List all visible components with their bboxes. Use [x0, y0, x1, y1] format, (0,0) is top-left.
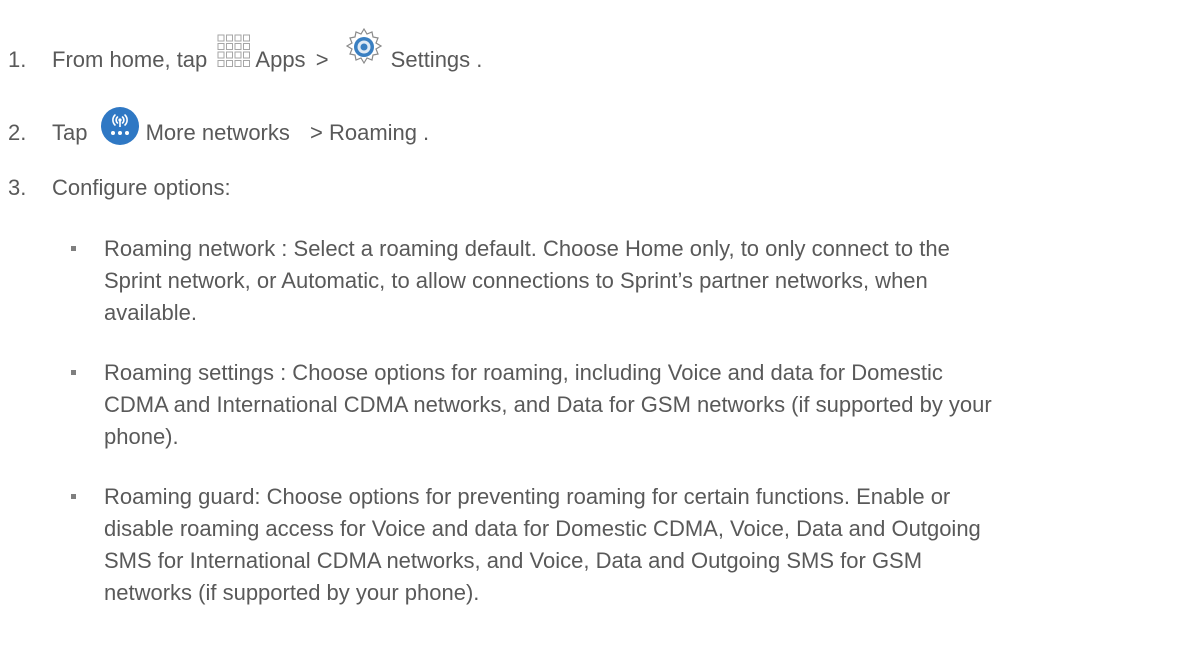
more-networks-icon: [100, 106, 140, 146]
option-line: Roaming settings : Choose options for ro…: [104, 360, 943, 385]
step-number: 1.: [8, 46, 27, 72]
option-roaming-settings: Roaming settings : Choose options for ro…: [71, 357, 1114, 453]
apps-grid-icon: [217, 34, 251, 68]
step-number: 3.: [8, 175, 27, 200]
settings-gear-icon: [343, 26, 385, 68]
option-line: disable roaming access for Voice and dat…: [104, 516, 981, 541]
bullet-icon: [71, 370, 76, 375]
option-line: Roaming guard: Choose options for preven…: [104, 484, 951, 509]
step-1: 1. From home, tap Apps > Settings .: [0, 27, 483, 82]
apps-label: Apps: [255, 46, 306, 72]
step-text: Configure options:: [52, 175, 231, 200]
option-line: CDMA and International CDMA networks, an…: [104, 392, 992, 417]
bullet-icon: [71, 246, 76, 251]
option-line: SMS for International CDMA networks, and…: [104, 548, 923, 573]
more-networks-label: More networks: [145, 119, 290, 145]
step-text: Tap: [52, 119, 88, 145]
step-2: 2. Tap More networks > Roaming.: [0, 107, 430, 154]
step-3: 3. Configure options:: [0, 174, 231, 202]
option-line: Sprint network, or Automatic, to allow c…: [104, 268, 928, 293]
option-line: networks (if supported by your phone).: [104, 580, 480, 605]
option-line: Roaming network : Select a roaming defau…: [104, 236, 950, 261]
step-end: .: [423, 119, 430, 145]
step-number: 2.: [8, 119, 27, 145]
settings-label: Settings: [390, 46, 471, 72]
bullet-icon: [71, 494, 76, 499]
step-end: .: [476, 46, 483, 72]
option-roaming-guard: Roaming guard: Choose options for preven…: [71, 481, 1114, 609]
option-line: phone).: [104, 424, 179, 449]
step-text: From home, tap: [52, 46, 208, 72]
separator: >: [315, 46, 329, 72]
option-roaming-network: Roaming network : Select a roaming defau…: [71, 233, 1114, 329]
option-line: available.: [104, 300, 197, 325]
roaming-path: > Roaming: [310, 119, 418, 145]
